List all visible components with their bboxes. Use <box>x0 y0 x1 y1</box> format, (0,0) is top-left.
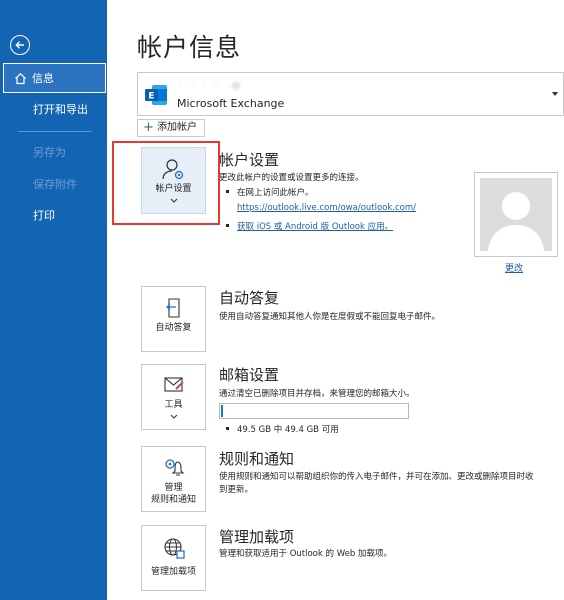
add-account-label: 添加帐户 <box>157 122 197 133</box>
profile-photo <box>474 172 558 257</box>
backstage-sidebar: 信息 打开和导出 另存为 保存附件 打印 <box>0 0 107 600</box>
card-label: 管理加载项 <box>150 567 196 577</box>
sidebar-item-label: 另存为 <box>33 146 66 159</box>
add-account-button[interactable]: + 添加帐户 <box>137 119 205 137</box>
manage-rules-button[interactable]: 管理 规则和通知 <box>141 446 206 512</box>
tools-button[interactable]: 工具 <box>141 364 206 430</box>
globe-addin-icon <box>163 538 185 559</box>
avatar <box>480 178 552 251</box>
sidebar-item-info[interactable]: 信息 <box>3 63 106 93</box>
rules-alerts-icon <box>164 459 184 476</box>
owa-link[interactable]: https://outlook.live.com/owa/outlook.com… <box>237 203 416 213</box>
addins-title: 管理加载项 <box>219 528 295 546</box>
plus-icon: + <box>143 120 154 135</box>
account-settings-title: 帐户设置 <box>219 151 280 169</box>
storage-progress-bar <box>219 403 409 419</box>
auto-reply-button[interactable]: 自动答复 <box>141 286 206 352</box>
card-label: 管理 <box>164 483 183 493</box>
home-icon <box>15 72 26 85</box>
mailbox-desc: 通过清空已删除项目并存档，来管理您的邮箱大小。 <box>219 389 415 399</box>
exchange-icon: E <box>145 85 167 105</box>
mobile-app-link[interactable]: 获取 iOS 或 Android 版 Outlook 应用。 <box>237 220 393 232</box>
page-title: 帐户信息 <box>137 33 242 62</box>
auto-reply-desc: 使用自动答复通知其他人你是在度假或不能回复电子邮件。 <box>219 312 441 322</box>
sidebar-item-save-attachments[interactable]: 保存附件 <box>0 170 107 200</box>
rules-desc-line1: 使用规则和通知可以帮助组织你的传入电子邮件，并可在添加、更改或删除项目时收 <box>219 472 534 482</box>
account-settings-desc: 更改此帐户的设置或设置更多的连接。 <box>219 173 364 183</box>
auto-reply-icon <box>165 298 180 318</box>
auto-reply-title: 自动答复 <box>219 289 280 307</box>
account-type: Microsoft Exchange <box>177 97 285 110</box>
sidebar-item-label: 信息 <box>32 72 54 85</box>
card-label: 工具 <box>164 400 183 410</box>
chevron-down-icon <box>170 414 177 419</box>
sidebar-item-label: 打印 <box>33 209 55 222</box>
sidebar-item-label: 保存附件 <box>33 178 77 191</box>
rules-desc-line2: 到更新。 <box>219 485 254 495</box>
change-photo-link[interactable]: 更改 <box>505 261 523 274</box>
storage-progress-fill <box>221 405 223 417</box>
account-dropdown[interactable]: E · ·· · ·· ·@ Microsoft Exchange <box>137 72 564 116</box>
rules-title: 规则和通知 <box>219 450 295 468</box>
person-silhouette-icon <box>488 192 544 251</box>
card-label: 自动答复 <box>155 323 192 333</box>
sidebar-item-save-as[interactable]: 另存为 <box>0 138 107 168</box>
addins-desc: 管理和获取适用于 Outlook 的 Web 加载项。 <box>219 549 392 559</box>
sidebar-item-label: 打开和导出 <box>33 103 88 116</box>
bullet-text: 在网上访问此帐户。 <box>237 188 314 198</box>
svg-text:E: E <box>148 92 154 102</box>
account-email: · ·· · ·· ·@ <box>178 81 243 91</box>
sidebar-item-print[interactable]: 打印 <box>0 201 107 231</box>
sidebar-divider <box>18 131 92 132</box>
storage-usage-text: 49.5 GB 中 49.4 GB 可用 <box>237 425 339 435</box>
chevron-down-icon <box>552 92 558 96</box>
highlight-box <box>112 141 220 225</box>
mailbox-title: 邮箱设置 <box>219 366 280 384</box>
card-label: 规则和通知 <box>150 495 196 505</box>
mailbox-tools-icon <box>163 377 184 392</box>
back-arrow-icon[interactable] <box>10 35 30 55</box>
manage-addins-button[interactable]: 管理加载项 <box>141 525 206 591</box>
sidebar-item-open-export[interactable]: 打开和导出 <box>0 95 107 125</box>
